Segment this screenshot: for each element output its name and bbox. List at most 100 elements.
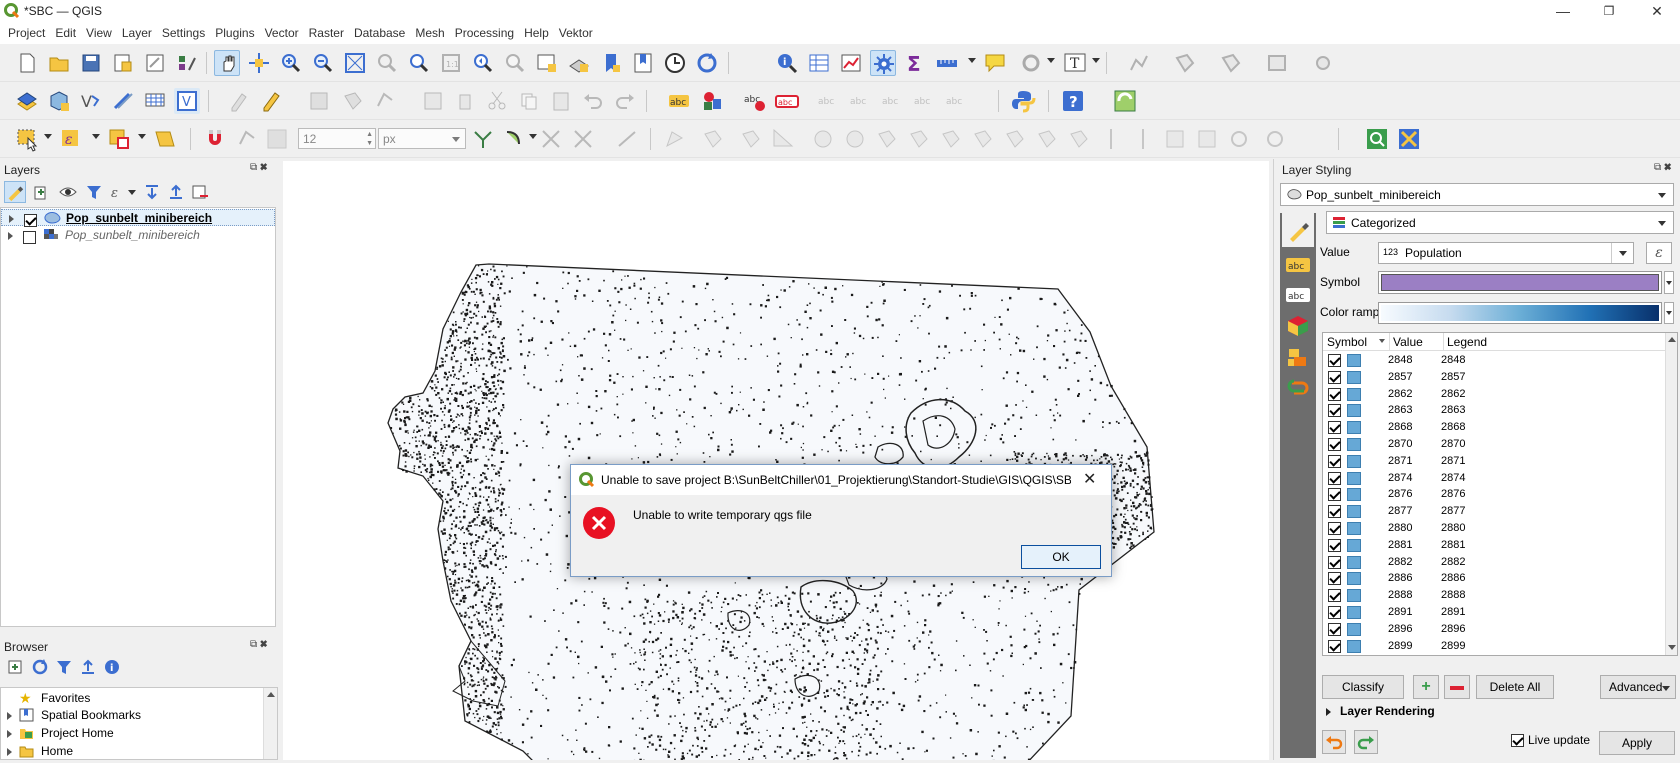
filter-browser-icon[interactable] xyxy=(54,657,74,677)
table-row[interactable]: 28742874 xyxy=(1323,469,1665,487)
renderer-select[interactable]: Categorized xyxy=(1326,211,1674,234)
category-checkbox[interactable] xyxy=(1328,556,1341,569)
browser-item-home[interactable]: Home xyxy=(1,743,261,760)
menu-edit[interactable]: Edit xyxy=(50,22,81,44)
delete-selected-icon[interactable] xyxy=(452,88,478,114)
filter-legend-icon[interactable] xyxy=(84,182,104,202)
expand-arrow-icon[interactable] xyxy=(7,712,12,720)
new-geopackage-layer-icon[interactable] xyxy=(46,88,72,114)
new-map-view-icon[interactable] xyxy=(534,50,560,76)
table-row[interactable]: 28992899 xyxy=(1323,637,1665,655)
category-checkbox[interactable] xyxy=(1328,472,1341,485)
menu-database[interactable]: Database xyxy=(349,22,410,44)
new-3d-map-view-icon[interactable] xyxy=(566,50,592,76)
category-symbol-swatch[interactable] xyxy=(1347,488,1361,501)
category-checkbox[interactable] xyxy=(1328,623,1341,636)
new-bookmark-icon[interactable] xyxy=(598,50,624,76)
select-features-icon[interactable] xyxy=(14,126,40,152)
layer-selector[interactable]: Pop_sunbelt_minibereich xyxy=(1280,183,1674,206)
category-checkbox[interactable] xyxy=(1328,438,1341,451)
offset-curve-icon[interactable] xyxy=(1002,126,1028,152)
modify-attributes-icon[interactable] xyxy=(420,88,446,114)
snap-unit-select[interactable]: px xyxy=(378,128,466,149)
category-checkbox[interactable] xyxy=(1328,404,1341,417)
redo-icon[interactable] xyxy=(612,88,638,114)
chevron-down-icon[interactable] xyxy=(128,190,136,195)
manage-map-themes-icon[interactable] xyxy=(58,182,78,202)
table-row[interactable]: 28912891 xyxy=(1323,603,1665,621)
deselect-all-icon[interactable] xyxy=(106,126,132,152)
snap-to-vertex-icon[interactable] xyxy=(234,126,260,152)
add-group-icon[interactable] xyxy=(32,182,52,202)
text-annotation-icon[interactable]: T xyxy=(1062,50,1088,76)
category-checkbox[interactable] xyxy=(1328,640,1341,653)
fill-ring-icon[interactable] xyxy=(874,126,900,152)
zoom-to-layer-icon[interactable] xyxy=(406,50,432,76)
qgis-cloud-icon[interactable] xyxy=(1112,88,1138,114)
zoom-last-icon[interactable] xyxy=(470,50,496,76)
map-canvas[interactable] xyxy=(283,161,1269,760)
add-polygon-feature-icon[interactable] xyxy=(340,88,366,114)
layer-visibility-checkbox[interactable] xyxy=(23,231,36,244)
table-row[interactable]: 28862886 xyxy=(1323,569,1665,587)
table-row[interactable]: 28812881 xyxy=(1323,536,1665,554)
table-row[interactable]: 28682868 xyxy=(1323,418,1665,436)
add-ring-icon[interactable] xyxy=(810,126,836,152)
menu-view[interactable]: View xyxy=(81,22,117,44)
highlight-pinned-labels-icon[interactable]: abc xyxy=(742,88,768,114)
spin-arrows-icon[interactable]: ▲▼ xyxy=(366,130,373,148)
trim-extend-icon[interactable] xyxy=(1066,126,1092,152)
close-window-button[interactable]: ✕ xyxy=(1634,0,1680,22)
advanced-digitizing-icon[interactable] xyxy=(614,126,640,152)
rotate-label-icon[interactable]: abc xyxy=(912,88,938,114)
tab-masks-icon[interactable]: abc xyxy=(1284,283,1312,307)
remove-category-icon[interactable] xyxy=(1444,675,1470,699)
statistical-summary-icon[interactable] xyxy=(838,50,864,76)
table-row[interactable]: 28622862 xyxy=(1323,385,1665,403)
measure-line-icon[interactable] xyxy=(934,50,960,76)
zoom-next-icon[interactable] xyxy=(502,50,528,76)
move-label-icon[interactable]: abc xyxy=(880,88,906,114)
category-checkbox[interactable] xyxy=(1328,522,1341,535)
category-symbol-swatch[interactable] xyxy=(1347,589,1361,602)
tab-labels-icon[interactable]: abc xyxy=(1284,253,1312,277)
refresh-icon[interactable] xyxy=(694,50,720,76)
expand-arrow-icon[interactable] xyxy=(8,232,13,240)
map-tips-icon[interactable] xyxy=(982,50,1008,76)
simplify-feature-icon[interactable] xyxy=(770,126,796,152)
snap-tolerance-input[interactable]: 12 ▲▼ xyxy=(298,128,376,149)
pan-to-selection-icon[interactable] xyxy=(246,50,272,76)
table-scrollbar[interactable] xyxy=(1665,333,1677,655)
category-symbol-swatch[interactable] xyxy=(1347,522,1361,535)
rectangle-annotation-icon[interactable] xyxy=(1264,50,1290,76)
apply-button[interactable]: Apply xyxy=(1599,731,1675,755)
category-checkbox[interactable] xyxy=(1328,572,1341,585)
vertex-annotation-icon[interactable] xyxy=(1218,50,1244,76)
browser-scrollbar[interactable] xyxy=(263,688,277,759)
category-checkbox[interactable] xyxy=(1328,505,1341,518)
browser-item-favorites[interactable]: ★ Favorites xyxy=(1,690,261,707)
reverse-line-icon[interactable] xyxy=(1034,126,1060,152)
category-symbol-swatch[interactable] xyxy=(1347,623,1361,636)
enable-tracing-icon[interactable] xyxy=(538,126,564,152)
menu-settings[interactable]: Settings xyxy=(157,22,210,44)
table-row[interactable]: 28772877 xyxy=(1323,502,1665,520)
category-symbol-swatch[interactable] xyxy=(1347,556,1361,569)
add-polygon-annotation-icon[interactable] xyxy=(1172,50,1198,76)
georeferencer-icon[interactable] xyxy=(1364,126,1390,152)
field-calculator-icon[interactable]: Σ xyxy=(902,50,928,76)
style-panel-icon[interactable] xyxy=(4,181,26,203)
collapse-all-icon[interactable] xyxy=(78,657,98,677)
table-row[interactable]: 28802880 xyxy=(1323,519,1665,537)
header-legend[interactable]: Legend xyxy=(1447,335,1487,349)
cut-features-icon[interactable] xyxy=(484,88,510,114)
zoom-out-icon[interactable] xyxy=(310,50,336,76)
change-label-icon[interactable]: abc xyxy=(944,88,970,114)
table-row[interactable]: 28822882 xyxy=(1323,553,1665,571)
header-symbol[interactable]: Symbol xyxy=(1327,335,1367,349)
diagram-icon[interactable] xyxy=(700,88,726,114)
category-checkbox[interactable] xyxy=(1328,354,1341,367)
ramp-menu-button[interactable] xyxy=(1664,302,1674,324)
paste-features-icon[interactable] xyxy=(548,88,574,114)
add-part-icon[interactable] xyxy=(842,126,868,152)
